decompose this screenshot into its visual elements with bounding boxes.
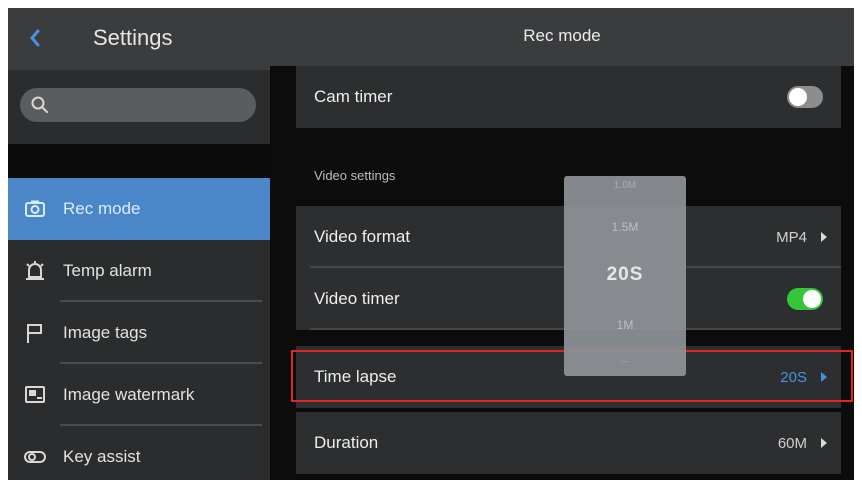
video-timer-label: Video timer <box>314 289 400 308</box>
camera-icon <box>25 200 45 217</box>
picker-option-selected[interactable]: 20S <box>564 264 686 286</box>
picker-option[interactable]: 1.5M <box>564 220 686 234</box>
sidebar: Settings Rec mode Temp alarm Image tags … <box>8 8 270 480</box>
caret-right-icon <box>821 438 827 448</box>
toggle-knob <box>789 88 807 106</box>
chevron-left-icon[interactable] <box>20 23 50 53</box>
cam-timer-toggle[interactable] <box>787 86 823 108</box>
panel-header: Rec mode <box>270 8 854 66</box>
picker-option[interactable]: 1.0M <box>564 180 686 191</box>
video-format-value: MP4 <box>776 229 807 246</box>
sidebar-item-key-assist[interactable]: Key assist <box>8 426 270 480</box>
sidebar-item-image-watermark[interactable]: Image watermark <box>8 364 270 426</box>
caret-right-icon <box>821 232 827 242</box>
picker-option[interactable]: 1M <box>564 318 686 332</box>
picker-option[interactable]: ... <box>564 354 686 365</box>
sidebar-item-label: Key assist <box>63 447 141 466</box>
flag-icon <box>27 324 42 343</box>
sidebar-item-label: Temp alarm <box>63 261 152 280</box>
duration-row[interactable]: Duration 60M <box>296 412 841 474</box>
video-timer-toggle[interactable] <box>787 288 823 310</box>
cam-timer-label: Cam timer <box>314 87 393 106</box>
sidebar-item-label: Rec mode <box>63 199 141 218</box>
sidebar-item-label: Image watermark <box>63 385 195 404</box>
section-label-video-settings: Video settings <box>314 168 396 183</box>
time-lapse-picker[interactable]: 1.0M 1.5M 20S 1M ... <box>564 176 686 376</box>
page-title: Rec mode <box>523 26 601 45</box>
sidebar-header: Settings <box>8 8 270 70</box>
sidebar-spacer <box>8 144 270 178</box>
sidebar-item-image-tags[interactable]: Image tags <box>8 302 270 364</box>
sidebar-title: Settings <box>93 25 173 50</box>
toggle-knob <box>803 290 821 308</box>
cam-timer-row[interactable]: Cam timer <box>296 66 841 128</box>
duration-label: Duration <box>314 433 379 452</box>
watermark-icon <box>25 386 45 403</box>
video-format-label: Video format <box>314 227 411 246</box>
search-icon <box>31 96 48 113</box>
alarm-icon <box>26 261 44 280</box>
search-input[interactable] <box>20 88 256 122</box>
app-window: Settings Rec mode Temp alarm Image tags … <box>8 8 854 480</box>
duration-value: 60M <box>777 435 807 452</box>
sidebar-item-rec-mode[interactable]: Rec mode <box>8 178 270 240</box>
settings-panel: Rec mode Cam timer Video settings Video … <box>270 8 854 480</box>
sidebar-item-label: Image tags <box>63 323 148 342</box>
sidebar-item-temp-alarm[interactable]: Temp alarm <box>8 240 270 302</box>
key-assist-icon <box>24 451 46 463</box>
